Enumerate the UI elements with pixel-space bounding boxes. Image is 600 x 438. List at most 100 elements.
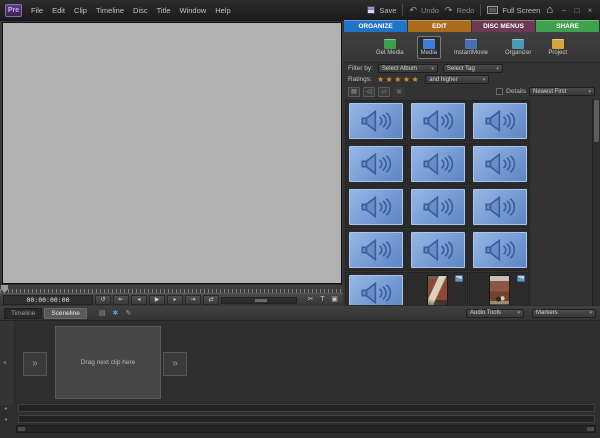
speaker-icon (480, 194, 520, 220)
chevron-down-icon: ▾ (589, 310, 592, 316)
select-tag-dropdown[interactable]: Select Tag ▾ (443, 64, 503, 73)
scrollbar-handle-right[interactable] (587, 427, 594, 431)
media-cell-audio-clip[interactable] (469, 143, 530, 185)
rating-stars[interactable]: ★★★★★ (377, 76, 420, 84)
step-forward-button[interactable]: ▸ (167, 295, 183, 305)
task-button-get-media[interactable]: Get Media (372, 36, 408, 59)
shuttle-slider[interactable] (221, 297, 297, 304)
properties-grid-icon[interactable]: ▤ (99, 309, 106, 317)
tab-share[interactable]: SHARE (536, 20, 599, 32)
transition-slot-right[interactable]: » (163, 352, 187, 376)
narration-icon: ◂ (3, 359, 6, 366)
minimize-button[interactable]: – (559, 6, 569, 15)
maximize-button[interactable]: □ (572, 6, 582, 15)
media-cell-audio-clip[interactable] (469, 229, 530, 271)
sort-dropdown[interactable]: Newest First ▾ (529, 87, 595, 96)
speaker-icon (356, 194, 396, 220)
menu-list: File Edit Clip Timeline Disc Title Window Help (31, 6, 231, 15)
clip-drop-target[interactable]: Drag next clip here (55, 326, 161, 399)
redo-button[interactable]: ↷ Redo (445, 5, 474, 16)
freeze-frame-button[interactable]: ▣ (329, 295, 340, 305)
marker-pen-icon[interactable]: ✎ (125, 309, 131, 317)
smart-mix-icon[interactable]: ✱ (113, 309, 119, 317)
and-higher-dropdown[interactable]: and higher ▾ (425, 75, 489, 84)
details-checkbox[interactable] (496, 88, 503, 95)
markers-dropdown[interactable]: Markers ▾ (532, 309, 596, 318)
add-text-button[interactable]: T (317, 295, 328, 305)
undo-label: Undo (421, 6, 439, 15)
menu-clip[interactable]: Clip (74, 6, 87, 15)
grid-view-icon[interactable]: ▤ (348, 87, 360, 97)
select-album-dropdown[interactable]: Select Album ▾ (378, 64, 438, 73)
monitor-ruler[interactable] (0, 284, 343, 293)
tab-disc-menus[interactable]: DISC MENUS (472, 20, 535, 32)
task-panel: ORGANIZEEDITDISC MENUSSHARE Get Media Med… (343, 20, 600, 306)
task-button-organizer[interactable]: Organizer (501, 36, 535, 59)
tab-sceneline[interactable]: Sceneline (44, 308, 87, 319)
split-clip-button[interactable]: ✂ (305, 295, 316, 305)
timecode-display[interactable]: 00:00:00:00 (3, 295, 93, 305)
play-button[interactable]: ▶ (149, 295, 165, 305)
task-button-media[interactable]: Media (417, 36, 441, 59)
save-button[interactable]: Save (367, 6, 396, 15)
go-to-start-button[interactable]: ⇤ (113, 295, 129, 305)
previous-scene-button[interactable]: ↺ (95, 295, 111, 305)
full-screen-label: Full Screen (502, 6, 540, 15)
soundtrack-icon[interactable]: ◂ (4, 416, 14, 423)
audio-tools-dropdown[interactable]: Audio Tools ▾ (466, 309, 524, 318)
home-icon[interactable]: ⌂ (546, 4, 553, 16)
audio-filter-icon[interactable]: ◁ (363, 87, 375, 97)
filter-by-label: Filter by: (348, 65, 373, 72)
folder-view-icon[interactable]: ▱ (378, 87, 390, 97)
sceneline-horizontal-scrollbar[interactable] (16, 425, 596, 433)
media-cell-audio-clip[interactable] (407, 186, 468, 228)
tab-timeline[interactable]: Timeline (4, 308, 42, 319)
select-album-value: Select Album (382, 66, 417, 72)
media-cell-audio-clip[interactable] (407, 143, 468, 185)
media-cell-audio-clip[interactable] (407, 229, 468, 271)
menu-disc[interactable]: Disc (133, 6, 148, 15)
media-cell-audio-clip[interactable] (345, 143, 406, 185)
soundtrack-lane[interactable] (18, 415, 595, 423)
scrollbar-handle-left[interactable] (18, 427, 25, 431)
shuttle-handle[interactable] (255, 299, 267, 302)
narration-track-icon[interactable]: ◂ (4, 405, 14, 412)
media-cell-audio-clip[interactable] (345, 186, 406, 228)
menu-file[interactable]: File (31, 6, 43, 15)
step-back-button[interactable]: ◂ (131, 295, 147, 305)
audio-thumbnail (473, 232, 527, 268)
menu-help[interactable]: Help (215, 6, 230, 15)
media-cell-audio-clip[interactable] (345, 100, 406, 142)
menu-edit[interactable]: Edit (52, 6, 65, 15)
task-button-label: Media (421, 50, 437, 56)
full-screen-button[interactable]: Full Screen (487, 6, 540, 15)
premiere-elements-window: Pre FileEditClipTimelineDiscTitleWindowH… (0, 0, 600, 438)
chevron-down-icon: ▾ (517, 310, 520, 316)
menu-title[interactable]: Title (157, 6, 171, 15)
chevron-down-icon: ▾ (431, 66, 434, 72)
task-button-project[interactable]: Project (544, 36, 571, 59)
media-cell-audio-clip[interactable] (345, 229, 406, 271)
media-cell-audio-clip[interactable] (469, 100, 530, 142)
go-to-end-button[interactable]: ⇥ (185, 295, 201, 305)
media-grid-vertical-scrollbar[interactable] (592, 99, 600, 311)
shuttle-mode-button[interactable]: ⇄ (203, 295, 219, 305)
menu-timeline[interactable]: Timeline (96, 6, 124, 15)
markers-label: Markers (536, 310, 558, 316)
undo-button[interactable]: ↶ Undo (409, 5, 438, 16)
task-button-row: Get Media Media InstantMovie Organizer Proje… (343, 32, 600, 63)
tab-organize[interactable]: ORGANIZE (344, 20, 407, 32)
transition-slot-left[interactable]: » (23, 352, 47, 376)
separator (402, 4, 403, 16)
task-button-instantmovie[interactable]: InstantMovie (450, 36, 492, 59)
media-cell-audio-clip[interactable] (469, 186, 530, 228)
scrollbar-thumb[interactable] (594, 100, 599, 142)
media-cell-audio-clip[interactable] (407, 100, 468, 142)
menu-window[interactable]: Window (180, 6, 207, 15)
close-button[interactable]: × (585, 6, 595, 15)
speaker-icon (356, 151, 396, 177)
task-button-label: InstantMovie (454, 50, 488, 56)
undo-icon: ↶ (409, 5, 417, 16)
tab-edit[interactable]: EDIT (408, 20, 471, 32)
narration-track-lane[interactable] (18, 404, 595, 412)
